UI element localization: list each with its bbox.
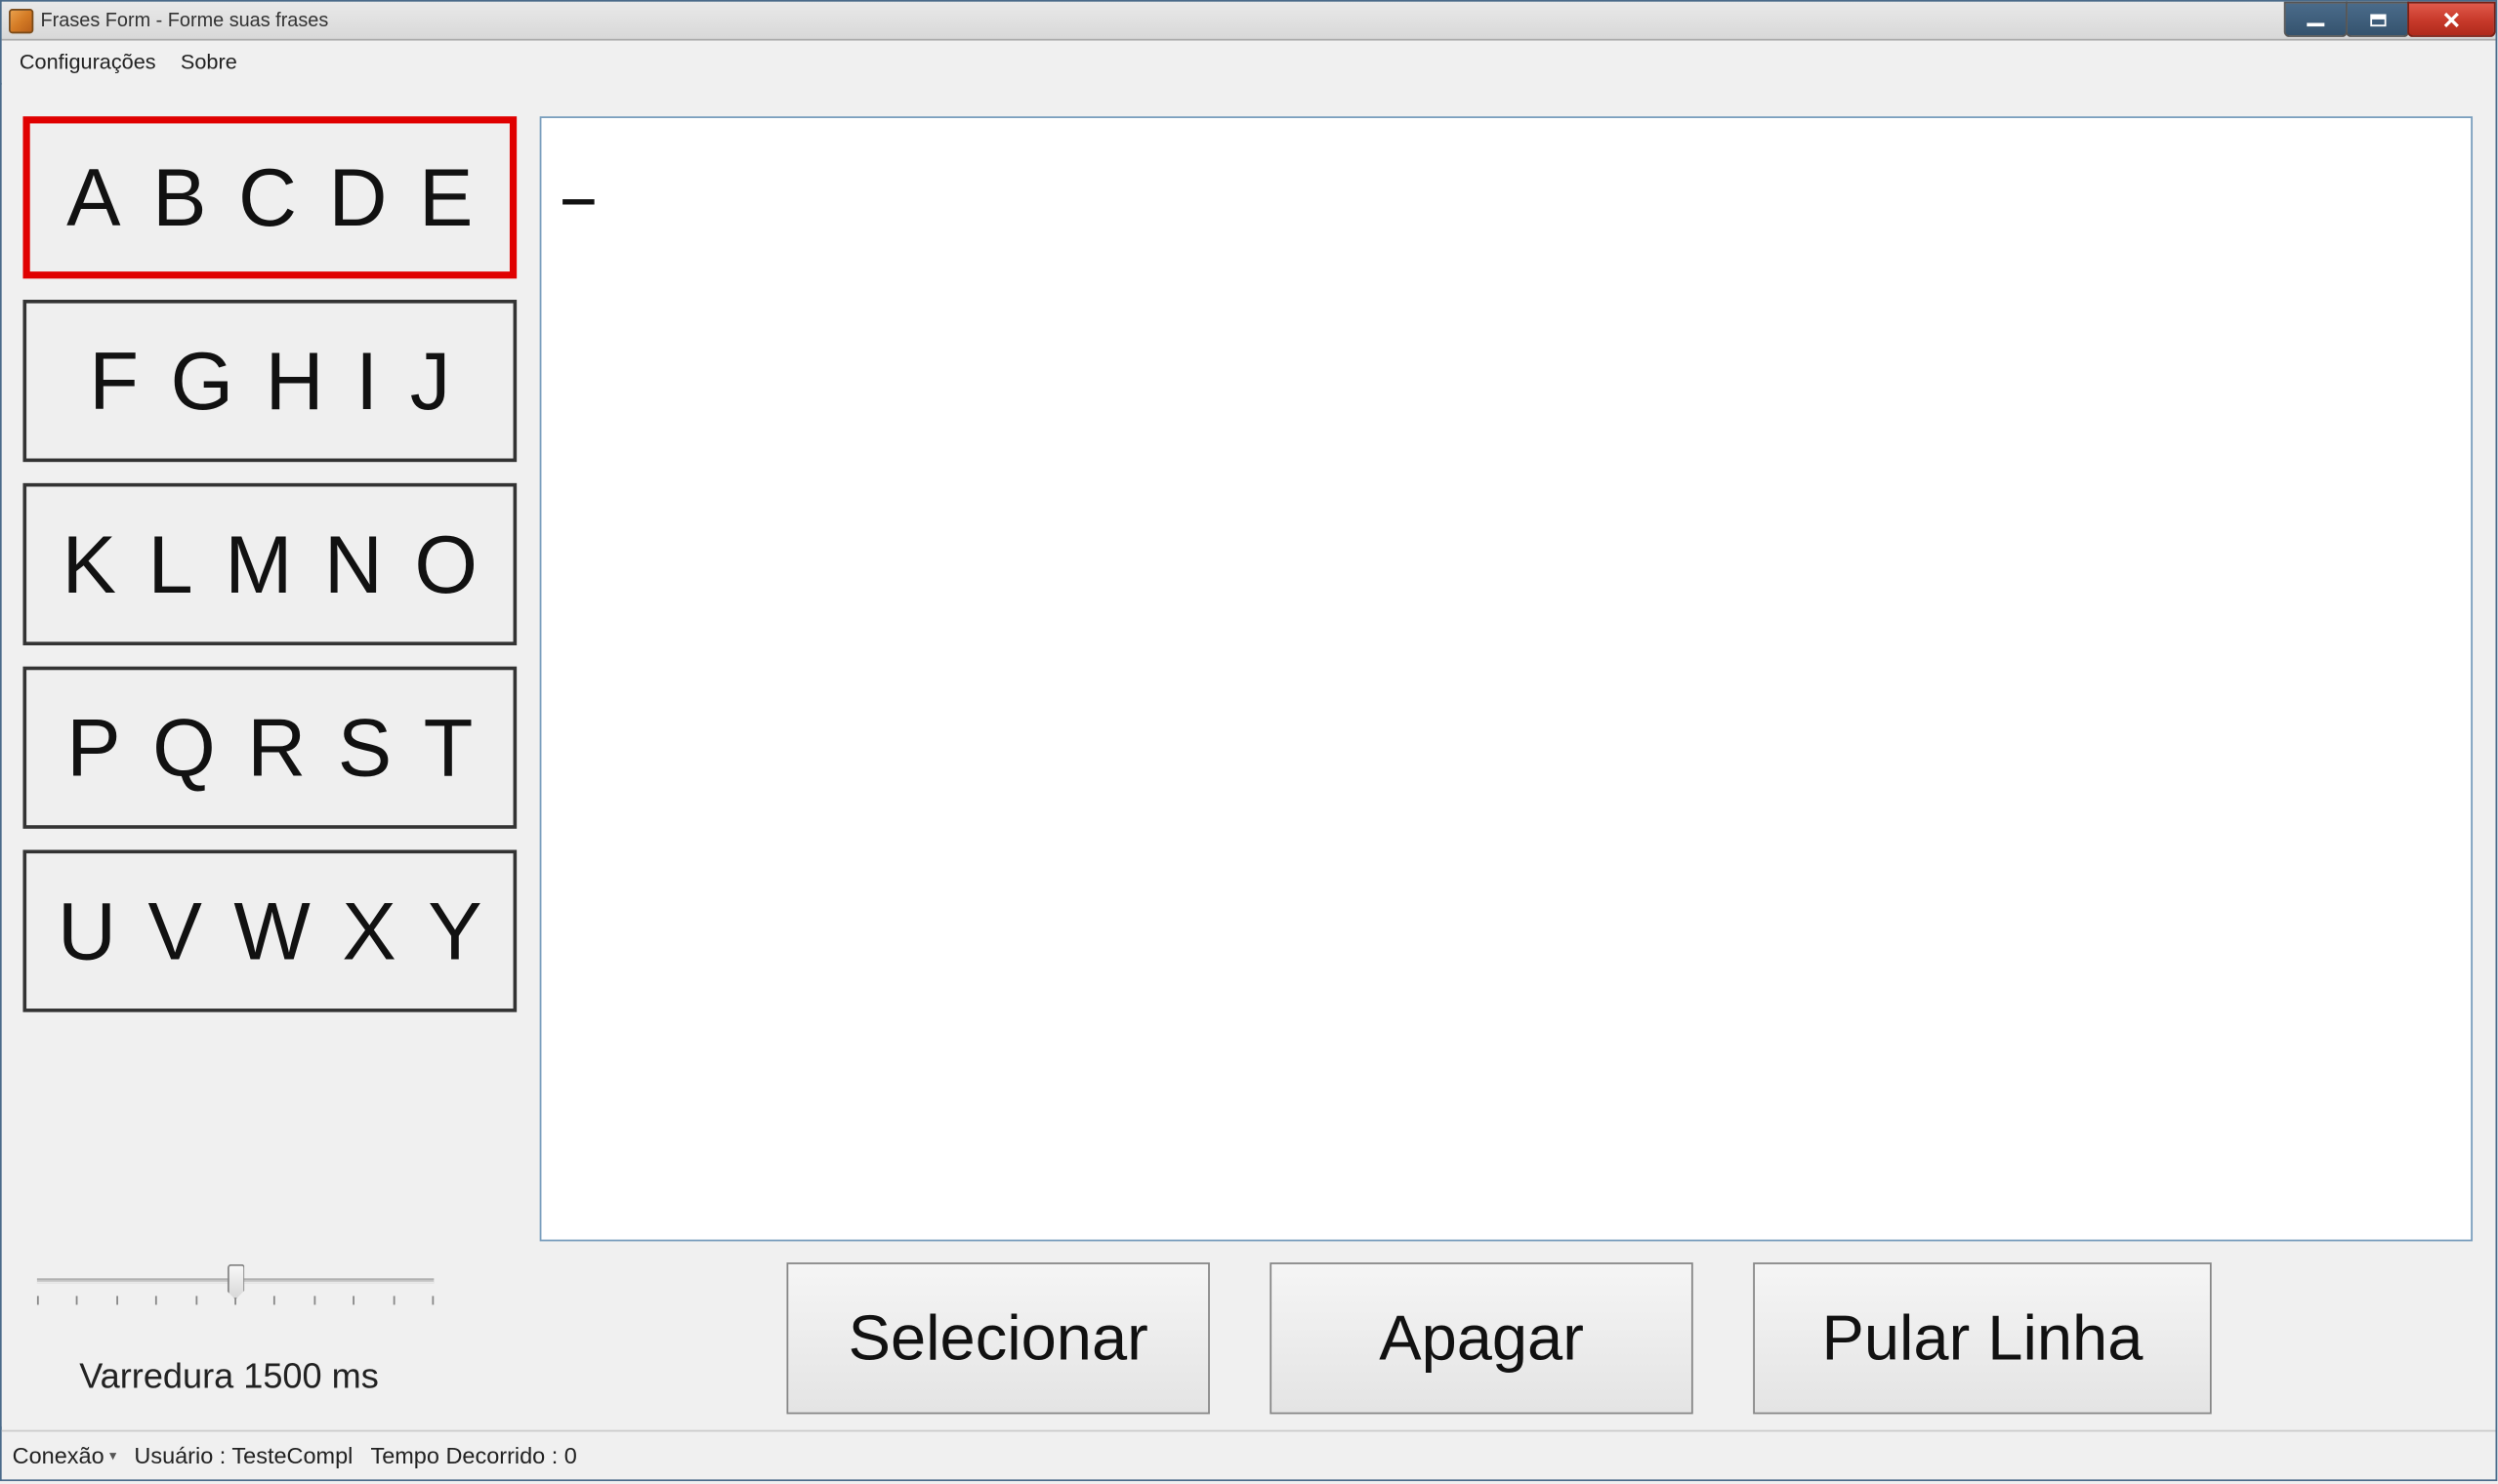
minimize-button[interactable] xyxy=(2284,2,2348,37)
titlebar: Frases Form - Forme suas frases ✕ xyxy=(2,2,2496,41)
text-cursor xyxy=(562,199,595,204)
letter-group-abcde[interactable]: ABCDE xyxy=(22,116,517,278)
letter-group-pqrst[interactable]: PQRST xyxy=(22,667,517,829)
close-button[interactable]: ✕ xyxy=(2407,2,2495,37)
maximize-button[interactable] xyxy=(2346,2,2409,37)
status-connection[interactable]: Conexão ▾ xyxy=(13,1442,117,1468)
scan-speed-slider[interactable] xyxy=(37,1260,434,1313)
menu-configurations[interactable]: Configurações xyxy=(20,50,156,74)
application-window: Frases Form - Forme suas frases ✕ Config… xyxy=(0,0,2497,1481)
window-title: Frases Form - Forme suas frases xyxy=(41,10,329,31)
slider-thumb[interactable] xyxy=(227,1264,244,1299)
select-button[interactable]: Selecionar xyxy=(786,1262,1209,1414)
newline-button[interactable]: Pular Linha xyxy=(1753,1262,2212,1414)
statusbar: Conexão ▾ Usuário : TesteCompl Tempo Dec… xyxy=(2,1430,2496,1480)
minimize-icon xyxy=(2307,22,2324,26)
letter-group-panel: ABCDE FGHIJ KLMNO PQRST UVWXY xyxy=(22,116,520,1033)
text-output[interactable] xyxy=(540,116,2473,1241)
status-connection-label: Conexão xyxy=(13,1442,104,1468)
close-icon: ✕ xyxy=(2441,8,2461,30)
status-elapsed: Tempo Decorrido : 0 xyxy=(370,1442,576,1468)
dropdown-icon: ▾ xyxy=(109,1448,116,1463)
menubar: Configurações Sobre xyxy=(2,41,2496,83)
maximize-icon xyxy=(2369,14,2385,26)
letter-group-fghij[interactable]: FGHIJ xyxy=(22,300,517,462)
menu-about[interactable]: Sobre xyxy=(181,50,237,74)
app-icon xyxy=(9,8,33,32)
letter-group-klmno[interactable]: KLMNO xyxy=(22,483,517,645)
action-button-row: Selecionar Apagar Pular Linha xyxy=(786,1262,2211,1414)
status-user: Usuário : TesteCompl xyxy=(134,1442,353,1468)
delete-button[interactable]: Apagar xyxy=(1270,1262,1692,1414)
letter-group-uvwxy[interactable]: UVWXY xyxy=(22,849,517,1011)
window-controls: ✕ xyxy=(2286,2,2496,37)
content-area: ABCDE FGHIJ KLMNO PQRST UVWXY Varr xyxy=(2,85,2496,1426)
scan-speed-label: Varredura 1500 ms xyxy=(79,1358,379,1399)
